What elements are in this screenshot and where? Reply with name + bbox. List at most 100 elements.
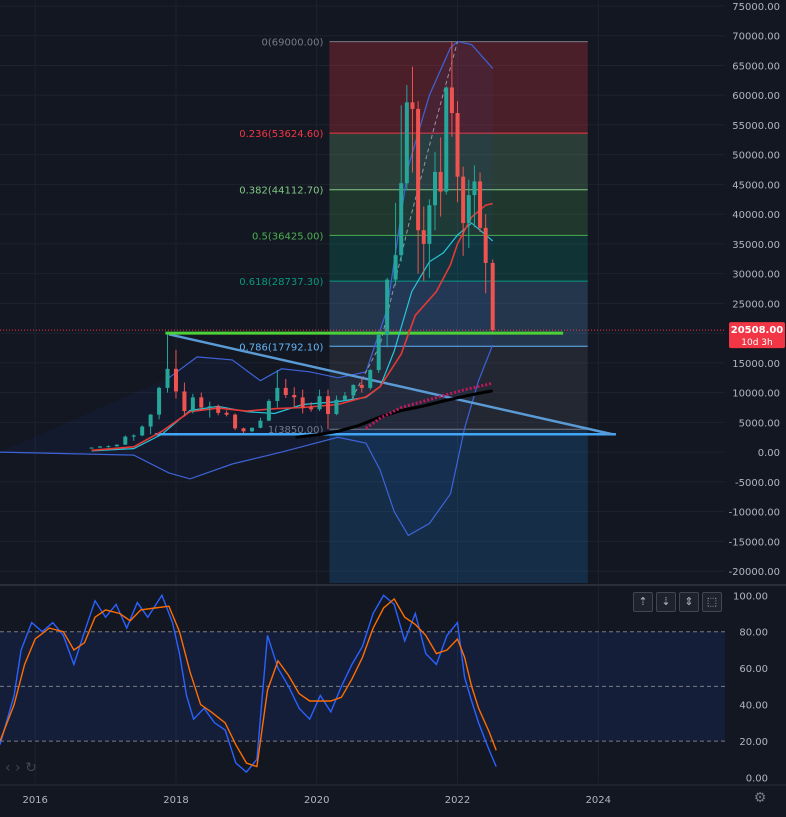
price-axis-label: 35000.00: [732, 240, 780, 251]
price-axis-label: 25000.00: [732, 299, 780, 310]
candle-body: [216, 406, 221, 413]
price-axis-label: 55000.00: [732, 121, 780, 132]
price-axis-label: -20000.00: [729, 567, 780, 578]
fib-level-label: 0.5(36425.00): [252, 231, 324, 242]
candle-body: [114, 444, 119, 447]
time-axis-label: 2024: [586, 795, 611, 806]
price-axis-label: 15000.00: [732, 359, 780, 370]
candle-body: [165, 368, 170, 388]
candle-body: [427, 205, 432, 244]
candle-body: [199, 397, 204, 408]
fib-level-label: 0(69000.00): [262, 38, 324, 49]
candle-body: [275, 387, 280, 401]
candle-body: [106, 446, 111, 448]
oscillator-axis-label: 60.00: [739, 664, 768, 675]
candle-body: [404, 102, 409, 184]
candle-body: [385, 279, 390, 335]
price-axis-label: 0.00: [758, 448, 780, 459]
candle-body: [131, 435, 136, 437]
oscillator-axis-label: 100.00: [733, 591, 768, 602]
price-axis-label: 30000.00: [732, 270, 780, 281]
candle-body: [490, 262, 495, 331]
price-axis-label: 75000.00: [732, 2, 780, 13]
candle-body: [182, 391, 187, 412]
price-axis-label: 40000.00: [732, 210, 780, 221]
oscillator-axis-label: 80.00: [739, 628, 768, 639]
candle-body: [368, 370, 373, 388]
price-axis-label: 5000.00: [739, 418, 780, 429]
price-axis-label: 45000.00: [732, 180, 780, 191]
candle-body: [478, 181, 483, 228]
price-axis-label: -5000.00: [735, 478, 780, 489]
candle-body: [157, 387, 162, 415]
candle-body: [148, 414, 153, 427]
navigation-arrows-icon[interactable]: ‹ › ↻: [5, 760, 75, 780]
arrow-down-icon[interactable]: ⇣: [656, 592, 676, 612]
candle-body: [249, 427, 254, 432]
candle-body: [466, 195, 471, 224]
candle-body: [472, 181, 477, 196]
candle-body: [483, 227, 488, 263]
time-axis-label: 2016: [22, 795, 47, 806]
time-axis-label: 2018: [163, 795, 188, 806]
candle-body: [351, 384, 356, 396]
candle-body: [97, 446, 102, 448]
candle-body: [326, 396, 331, 415]
candle-body: [266, 400, 271, 421]
arrow-up-icon[interactable]: ⇡: [633, 592, 653, 612]
candle-body: [449, 87, 454, 114]
candle-body: [342, 395, 347, 400]
candle-body: [207, 406, 212, 408]
candle-body: [309, 407, 314, 410]
fib-level-label: 0.786(17792.10): [239, 342, 323, 353]
price-axis-label: 50000.00: [732, 151, 780, 162]
time-axis-label: 2022: [445, 795, 470, 806]
candle-body: [455, 113, 460, 177]
maximize-icon[interactable]: ⬚: [702, 592, 722, 612]
price-axis-label: -10000.00: [729, 508, 780, 519]
price-axis-label: 60000.00: [732, 91, 780, 102]
candle-body: [399, 183, 404, 256]
current-price-value: 20508.00: [731, 325, 784, 336]
candle-body: [416, 108, 421, 231]
candle-body: [410, 102, 415, 109]
candle-body: [89, 447, 94, 449]
price-axis-label: 10000.00: [732, 389, 780, 400]
settings-gear-icon[interactable]: ⚙: [752, 790, 768, 806]
candle-body: [376, 334, 381, 371]
candle-body: [233, 414, 238, 429]
candle-body: [140, 426, 145, 436]
candle-body: [123, 436, 128, 445]
candle-body: [359, 384, 364, 388]
candle-body: [421, 230, 426, 244]
oscillator-axis-label: 20.00: [739, 737, 768, 748]
current-price-countdown: 10d 3h: [741, 338, 772, 348]
candle-body: [444, 87, 449, 192]
candle-body: [334, 399, 339, 415]
price-axis-label: 70000.00: [732, 32, 780, 43]
candle-body: [300, 397, 305, 408]
candle-body: [317, 396, 322, 410]
oscillator-axis-label: 40.00: [739, 701, 768, 712]
candle-body: [224, 412, 229, 415]
fib-level-label: 0.382(44112.70): [239, 186, 323, 197]
price-chart[interactable]: 0(69000.00) 0.236(53624.60) 0.382(44112.70…: [0, 0, 786, 813]
collapse-icon[interactable]: ⇕: [679, 592, 699, 612]
candle-body: [283, 387, 288, 396]
candle-body: [241, 428, 246, 432]
fib-level-label: 0.618(28737.30): [239, 277, 323, 288]
oscillator-axis-label: 0.00: [746, 774, 768, 785]
price-axis-label: 65000.00: [732, 61, 780, 72]
candle-body: [433, 171, 437, 206]
time-axis-label: 2020: [304, 795, 329, 806]
candle-body: [173, 368, 178, 392]
candle-body: [292, 395, 297, 398]
chart-root[interactable]: 0(69000.00) 0.236(53624.60) 0.382(44112.70…: [0, 0, 786, 813]
price-axis-label: -15000.00: [729, 537, 780, 548]
candle-body: [461, 176, 466, 224]
candle-body: [258, 420, 263, 428]
candle-body: [393, 255, 398, 280]
candle-body: [438, 171, 443, 192]
candle-body: [190, 397, 195, 412]
fib-level-label: 0.236(53624.60): [239, 129, 323, 140]
